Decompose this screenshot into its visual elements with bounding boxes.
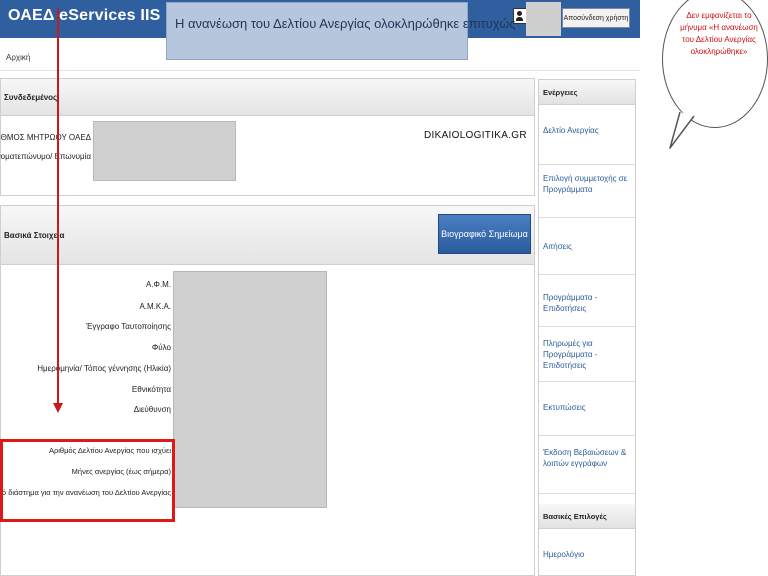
id-document-label: Έγγραφο Ταυτοποίησης — [86, 322, 171, 331]
watermark: DIKAIOLOGITIKA.GR — [424, 130, 527, 141]
gender-label: Φύλο — [151, 343, 171, 352]
cv-button[interactable]: Βιογραφικό Σημείωμα — [438, 214, 531, 254]
bubble-text: Δεν εμφανίζεται το μήνυμα «Η ανανέωση το… — [680, 11, 758, 56]
nationality-label: Εθνικότητα — [131, 385, 171, 394]
logout-button[interactable]: Αποσύνδεση χρήστη — [562, 8, 630, 28]
speech-bubble-tail — [669, 111, 695, 149]
sidebar-item-label: Επιλογή συμμετοχής σε Προγράμματα — [543, 174, 628, 194]
address-label: Διεύθυνση — [133, 405, 171, 414]
highlight-box — [0, 439, 175, 522]
sidebar-item-label: Έκδοση Βεβαιώσεων & λοιπών εγγράφων — [543, 448, 627, 468]
app-title: ΟΑΕΔ eServices IIS — [8, 7, 161, 24]
annotation-arrow — [57, 8, 59, 405]
sidebar-header-label: Βασικές Επιλογές — [543, 512, 607, 521]
panel-title: Συνδεδεμένος — [4, 93, 58, 102]
toast-message: Η ανανέωση του Δελτίου Ανεργίας ολοκληρώ… — [175, 16, 516, 31]
sidebar-item-label: Δελτίο Ανεργίας — [543, 126, 599, 135]
registry-number-label: ΑΡΙΘΜΟΣ ΜΗΤΡΩΟΥ ΟΑΕΔ — [0, 133, 91, 142]
sidebar-header-options: Βασικές Επιλογές — [539, 504, 635, 529]
panel-header: Συνδεδεμένος — [1, 79, 534, 116]
user-name-redacted — [526, 2, 561, 36]
basic-info-redacted — [173, 271, 327, 508]
amka-label: Α.Μ.Κ.Α. — [139, 302, 171, 311]
success-toast: Η ανανέωση του Δελτίου Ανεργίας ολοκληρώ… — [166, 2, 516, 60]
sidebar-item-unemployment-card[interactable]: Δελτίο Ανεργίας — [539, 105, 635, 165]
user-info-redacted — [93, 121, 236, 181]
sidebar-item-label: Πληρωμές για Προγράμματα - Επιδοτήσεις — [543, 339, 598, 370]
full-name-label: Ονοματεπώνυμο/ Επωνυμία — [0, 152, 91, 161]
afm-label: Α.Φ.Μ. — [145, 280, 171, 289]
divider — [0, 70, 640, 71]
sidebar-item-programs-subsidies[interactable]: Προγράμματα - Επιδοτήσεις — [539, 275, 635, 327]
sidebar-item-payments[interactable]: Πληρωμές για Προγράμματα - Επιδοτήσεις — [539, 327, 635, 382]
sidebar-item-certificates[interactable]: Έκδοση Βεβαιώσεων & λοιπών εγγράφων — [539, 436, 635, 494]
sidebar-item-label: Εκτυπώσεις — [543, 403, 586, 412]
sidebar-item-label: Ημερολόγιο — [543, 550, 585, 559]
panel-title: Βασικά Στοιχεία — [4, 231, 65, 240]
sidebar-header-actions: Ενέργειες — [539, 80, 635, 105]
breadcrumb[interactable]: Αρχική — [6, 53, 30, 62]
sidebar-item-label: Προγράμματα - Επιδοτήσεις — [543, 293, 598, 313]
sidebar: Ενέργειες Δελτίο Ανεργίας Επιλογή συμμετ… — [538, 79, 636, 576]
page: ΟΑΕΔ eServices IIS Αποσύνδεση χρήστη Η α… — [0, 0, 768, 576]
annotation-arrow-head — [53, 403, 63, 413]
sidebar-item-prints[interactable]: Εκτυπώσεις — [539, 382, 635, 436]
sidebar-header-label: Ενέργειες — [543, 88, 578, 97]
sidebar-item-calendar[interactable]: Ημερολόγιο — [539, 529, 635, 576]
sidebar-item-applications[interactable]: Αιτήσεις — [539, 218, 635, 275]
sidebar-item-label: Αιτήσεις — [543, 242, 572, 251]
sidebar-item-program-participation[interactable]: Επιλογή συμμετοχής σε Προγράμματα — [539, 165, 635, 218]
